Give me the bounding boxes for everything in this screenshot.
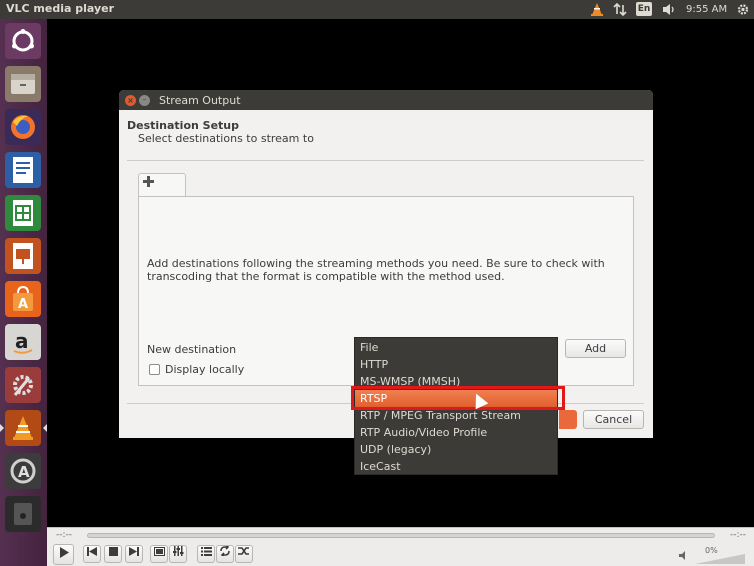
extended-settings-button[interactable] (169, 545, 187, 563)
playlist-button[interactable] (197, 545, 215, 563)
elapsed-time: --:-- (56, 530, 73, 540)
gear-icon[interactable] (736, 2, 750, 17)
info-text: Add destinations following the streaming… (147, 257, 605, 283)
playback-controls: --:-- --:-- 0% (47, 527, 754, 566)
display-locally-label[interactable]: Display locally (165, 363, 244, 376)
vlc-tray-icon[interactable] (590, 2, 604, 17)
dropdown-option-rtp-avp[interactable]: RTP Audio/Video Profile (355, 424, 557, 441)
volume-percent: 0% (705, 546, 718, 555)
fullscreen-button[interactable] (150, 545, 168, 563)
drive-icon[interactable] (5, 496, 41, 532)
dropdown-option-udp[interactable]: UDP (legacy) (355, 441, 557, 458)
network-icon[interactable] (613, 2, 627, 17)
tab-add-destination[interactable] (138, 173, 186, 197)
play-button[interactable] (53, 544, 74, 565)
keyboard-language-indicator[interactable]: En (636, 2, 652, 16)
section-subheading: Select destinations to stream to (138, 132, 314, 145)
clock[interactable]: 9:55 AM (686, 2, 727, 17)
software-updater-icon[interactable]: A (5, 453, 41, 489)
shuffle-button[interactable] (235, 545, 253, 563)
svg-text:a: a (15, 329, 29, 353)
impress-icon[interactable] (5, 238, 41, 274)
dialog-titlebar: × – Stream Output (119, 90, 653, 110)
speaker-icon[interactable] (679, 550, 690, 564)
cancel-button[interactable]: Cancel (583, 410, 644, 429)
app-title: VLC media player (6, 2, 115, 15)
volume-tray-icon[interactable] (662, 2, 676, 17)
previous-button[interactable] (83, 545, 101, 563)
stream-button[interactable] (559, 410, 577, 429)
loop-button[interactable] (216, 544, 234, 563)
close-icon[interactable]: × (125, 95, 136, 106)
vlc-icon[interactable] (0, 410, 47, 446)
system-settings-icon[interactable] (5, 367, 41, 403)
dropdown-option-http[interactable]: HTTP (355, 356, 557, 373)
section-heading: Destination Setup (127, 119, 240, 132)
display-locally-checkbox[interactable] (149, 364, 160, 375)
plus-icon (143, 176, 154, 191)
launcher: A a A (0, 19, 47, 566)
dialog-title: Stream Output (159, 94, 241, 107)
amazon-icon[interactable]: a (5, 324, 41, 360)
svg-text:A: A (18, 297, 28, 312)
dropdown-option-file[interactable]: File (355, 339, 557, 356)
files-icon[interactable] (5, 66, 41, 102)
next-button[interactable] (125, 545, 143, 563)
minimize-icon[interactable]: – (139, 95, 150, 106)
firefox-icon[interactable] (5, 109, 41, 145)
svg-text:A: A (18, 463, 30, 481)
total-time: --:-- (730, 530, 747, 540)
volume-slider[interactable] (695, 554, 745, 564)
ubuntu-dash-icon[interactable] (5, 23, 41, 59)
software-center-icon[interactable]: A (5, 281, 41, 317)
seek-bar[interactable] (87, 533, 715, 538)
add-button[interactable]: Add (565, 339, 626, 358)
stop-button[interactable] (104, 545, 122, 563)
divider (127, 160, 644, 161)
calc-icon[interactable] (5, 195, 41, 231)
top-panel: VLC media player En 9:55 AM (0, 0, 754, 19)
dropdown-option-icecast[interactable]: IceCast (355, 458, 557, 475)
highlight-annotation (351, 386, 565, 410)
new-destination-label: New destination (147, 343, 237, 356)
writer-icon[interactable] (5, 152, 41, 188)
